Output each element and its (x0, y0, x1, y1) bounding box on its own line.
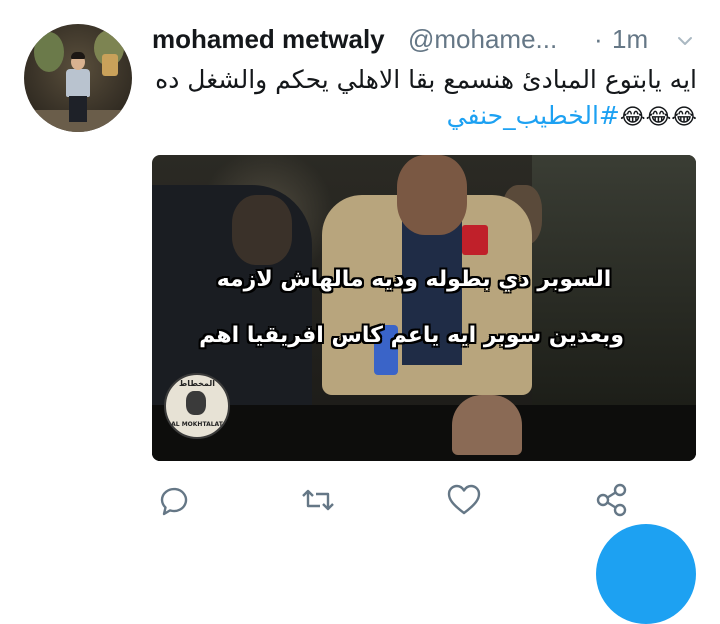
watermark-text-top: المخطاط (179, 379, 215, 388)
hashtag-link[interactable]: #الخطيب_حنفي (447, 101, 620, 130)
avatar-person-shirt (66, 69, 90, 97)
tweet-header: mohamed metwaly @mohame... · 1m (152, 20, 712, 60)
tweet-media-image[interactable]: السوبر دي بطوله وديه مالهاش لازمه وبعدين… (152, 155, 696, 461)
reply-icon[interactable] (154, 480, 194, 520)
media-person-head (397, 155, 467, 235)
watermark-text-bottom: AL MOKHTALAT (171, 421, 223, 428)
timestamp[interactable]: 1m (612, 24, 648, 55)
avatar-background-plant (34, 32, 64, 72)
avatar[interactable] (24, 24, 132, 132)
media-club-logo (462, 225, 488, 255)
separator-dot: · (594, 24, 603, 54)
emoji-group: 😂😂😂 (619, 105, 697, 130)
meme-caption-line-1: السوبر دي بطوله وديه مالهاش لازمه (216, 267, 612, 292)
avatar-person-legs (69, 96, 87, 122)
compose-tweet-button[interactable] (596, 524, 696, 624)
tweet-actions-bar (152, 480, 712, 524)
heart-icon[interactable] (444, 480, 484, 520)
media-car-dashboard (152, 405, 696, 461)
media-foreground-face (232, 195, 292, 265)
tweet-text: ايه يابتوع المبادئ هنسمع بقا الاهلي يحكم… (152, 62, 697, 136)
tweet-text-body: ايه يابتوع المبادئ هنسمع بقا الاهلي يحكم… (155, 65, 697, 94)
retweet-icon[interactable] (298, 480, 338, 520)
meme-caption-line-2: وبعدين سوبر ايه ياعم كاس افريقيا اهم (199, 323, 624, 348)
user-handle[interactable]: @mohame... (408, 24, 557, 55)
display-name[interactable]: mohamed metwaly (152, 24, 385, 55)
avatar-person-hair (71, 52, 85, 59)
share-icon[interactable] (592, 480, 632, 520)
watermark-face (186, 391, 206, 415)
watermark-logo: المخطاط AL MOKHTALAT (164, 373, 230, 439)
chevron-down-icon[interactable] (676, 32, 694, 50)
avatar-background-lamp (102, 54, 118, 76)
media-hand (452, 395, 522, 455)
